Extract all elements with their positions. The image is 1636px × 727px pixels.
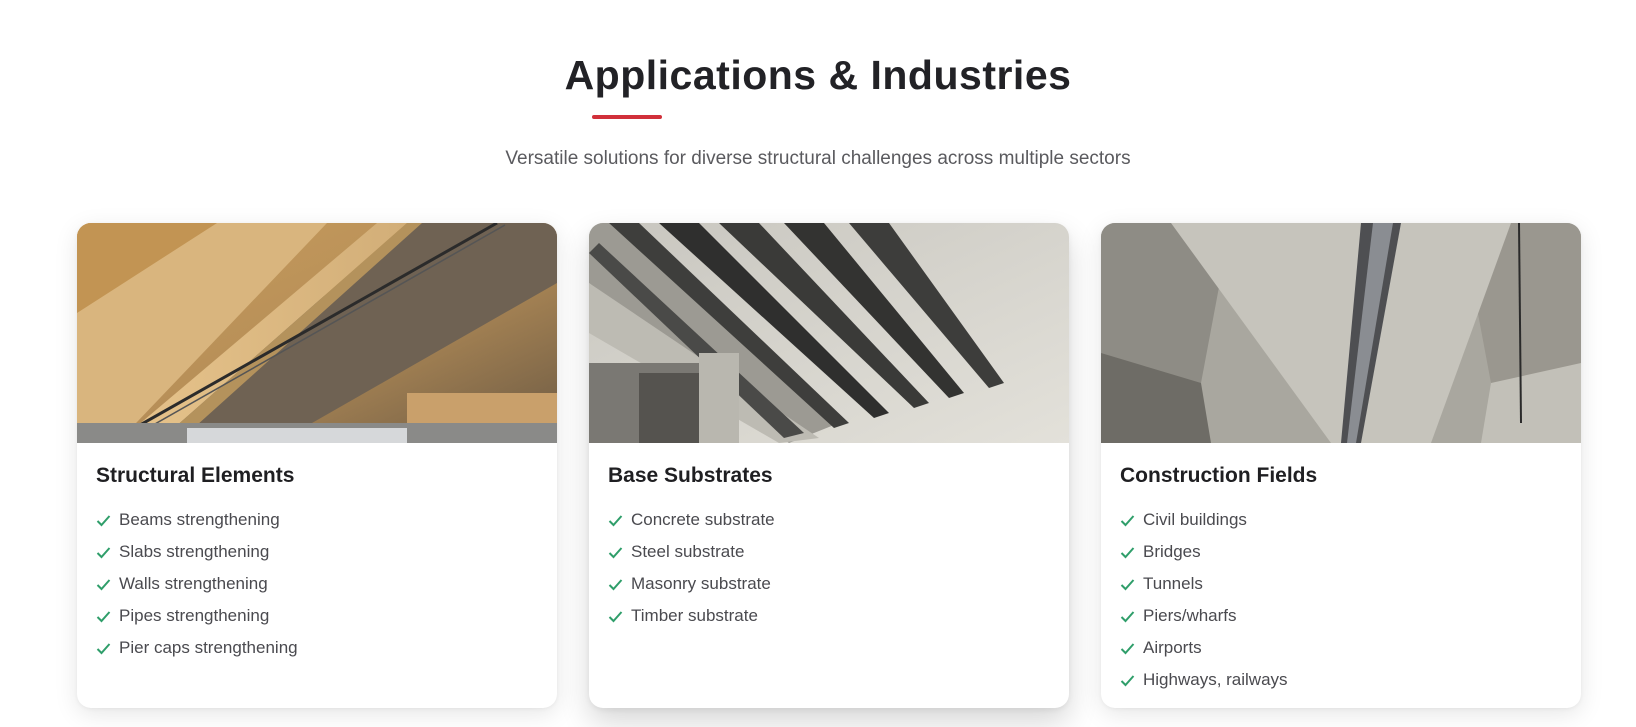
- card-title: Structural Elements: [96, 464, 295, 487]
- check-icon: [1120, 673, 1135, 688]
- card-structural-elements[interactable]: Structural Elements Beams strengthening …: [77, 223, 557, 708]
- list-item: Pier caps strengthening: [96, 632, 298, 664]
- check-icon: [96, 577, 111, 592]
- list-item: Piers/wharfs: [1120, 600, 1288, 632]
- list-item-label: Beams strengthening: [119, 510, 280, 529]
- list-item-label: Pier caps strengthening: [119, 638, 298, 657]
- list-item-label: Highways, railways: [1143, 670, 1288, 689]
- check-icon: [1120, 641, 1135, 656]
- title-underline: [592, 115, 662, 119]
- list-item: Masonry substrate: [608, 568, 775, 600]
- list-item-label: Steel substrate: [631, 542, 745, 561]
- card-image-construction-fields: [1101, 223, 1581, 443]
- list-item: Bridges: [1120, 536, 1288, 568]
- check-icon: [608, 609, 623, 624]
- applications-section: Applications & Industries Versatile solu…: [0, 0, 1636, 727]
- card-title: Base Substrates: [608, 464, 773, 487]
- list-item-label: Civil buildings: [1143, 510, 1247, 529]
- list-item: Tunnels: [1120, 568, 1288, 600]
- list-item: Beams strengthening: [96, 504, 298, 536]
- list-item-label: Piers/wharfs: [1143, 606, 1237, 625]
- list-item: Airports: [1120, 632, 1288, 664]
- check-icon: [608, 545, 623, 560]
- card-image-base-substrates: [589, 223, 1069, 443]
- list-item: Pipes strengthening: [96, 600, 298, 632]
- list-item-label: Walls strengthening: [119, 574, 268, 593]
- card-base-substrates[interactable]: Base Substrates Concrete substrate Steel…: [589, 223, 1069, 708]
- check-icon: [608, 577, 623, 592]
- list-item-label: Tunnels: [1143, 574, 1203, 593]
- list-item: Walls strengthening: [96, 568, 298, 600]
- card-title: Construction Fields: [1120, 464, 1318, 487]
- list-item-label: Slabs strengthening: [119, 542, 270, 561]
- card-image-structural-elements: [77, 223, 557, 443]
- list-item: Civil buildings: [1120, 504, 1288, 536]
- check-icon: [608, 513, 623, 528]
- card-construction-fields[interactable]: Construction Fields Civil buildings Brid…: [1101, 223, 1581, 708]
- list-item-label: Pipes strengthening: [119, 606, 270, 625]
- card-list: Beams strengthening Slabs strengthening …: [96, 504, 298, 664]
- check-icon: [96, 545, 111, 560]
- list-item: Timber substrate: [608, 600, 775, 632]
- list-item-label: Airports: [1143, 638, 1202, 657]
- card-list: Concrete substrate Steel substrate Mason…: [608, 504, 775, 632]
- list-item-label: Concrete substrate: [631, 510, 775, 529]
- list-item: Steel substrate: [608, 536, 775, 568]
- check-icon: [96, 641, 111, 656]
- card-list: Civil buildings Bridges Tunnels Piers/wh…: [1120, 504, 1288, 696]
- check-icon: [96, 513, 111, 528]
- check-icon: [1120, 545, 1135, 560]
- list-item: Slabs strengthening: [96, 536, 298, 568]
- section-title: Applications & Industries: [564, 52, 1072, 98]
- list-item: Concrete substrate: [608, 504, 775, 536]
- check-icon: [1120, 609, 1135, 624]
- list-item: Highways, railways: [1120, 664, 1288, 696]
- check-icon: [96, 609, 111, 624]
- list-item-label: Bridges: [1143, 542, 1201, 561]
- list-item-label: Timber substrate: [631, 606, 758, 625]
- list-item-label: Masonry substrate: [631, 574, 771, 593]
- check-icon: [1120, 513, 1135, 528]
- section-subtitle: Versatile solutions for diverse structur…: [505, 148, 1131, 169]
- check-icon: [1120, 577, 1135, 592]
